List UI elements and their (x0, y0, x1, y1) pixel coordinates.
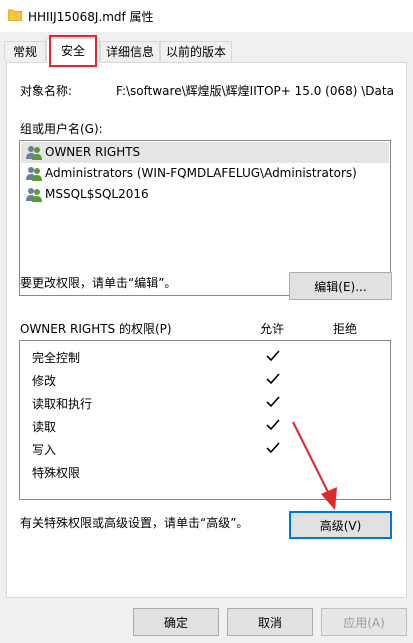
apply-button[interactable]: 应用(A) (321, 608, 407, 636)
edit-button[interactable]: 编辑(E)... (289, 272, 392, 300)
ok-button[interactable]: 确定 (133, 608, 219, 636)
allow-check-icon (266, 396, 280, 408)
edit-hint: 要更改权限，请单击“编辑”。 (20, 276, 177, 290)
permission-name: 读取和执行 (32, 397, 93, 411)
title-bar: HHIIJ15068J.mdf 属性 (0, 0, 413, 32)
cancel-button[interactable]: 取消 (227, 608, 313, 636)
tab-general[interactable]: 常规 (4, 41, 46, 61)
allow-check-icon (266, 350, 280, 362)
list-item[interactable]: MSSQL$SQL2016 (21, 184, 389, 205)
user-group-icon (26, 167, 42, 181)
deny-column-header: 拒绝 (333, 322, 358, 336)
user-name: OWNER RIGHTS (45, 145, 141, 159)
permissions-header: OWNER RIGHTS 的权限(P) (20, 322, 172, 336)
user-name: Administrators (WIN-FQMDLAFELUG\Administ… (45, 166, 357, 180)
tab-highlight-box (49, 35, 97, 67)
permission-name: 写入 (32, 443, 57, 457)
permission-name: 完全控制 (32, 351, 81, 365)
user-group-icon (26, 146, 42, 160)
list-item[interactable]: Administrators (WIN-FQMDLAFELUG\Administ… (21, 163, 389, 184)
permission-name: 读取 (32, 420, 57, 434)
allow-check-icon (266, 442, 280, 454)
list-item[interactable]: OWNER RIGHTS (21, 142, 389, 163)
object-name-value: F:\software\辉煌版\辉煌IITOP+ 15.0 (068) \Dat… (116, 84, 394, 98)
allow-check-icon (266, 419, 280, 431)
file-icon (8, 9, 22, 21)
allow-check-icon (266, 373, 280, 385)
tab-previous-versions[interactable]: 以前的版本 (160, 41, 232, 61)
security-panel: 对象名称: F:\software\辉煌版\辉煌IITOP+ 15.0 (068… (6, 62, 407, 598)
advanced-button[interactable]: 高级(V) (289, 511, 392, 539)
permission-name: 修改 (32, 374, 57, 388)
advanced-hint: 有关特殊权限或高级设置，请单击“高级”。 (20, 516, 249, 530)
group-label: 组或用户名(G): (20, 122, 103, 136)
permissions-list: 完全控制 修改 读取和执行 读取 写入 特殊权限 (19, 340, 391, 500)
window-title: HHIIJ15068J.mdf 属性 (28, 10, 154, 24)
allow-column-header: 允许 (260, 322, 285, 336)
user-name: MSSQL$SQL2016 (45, 187, 149, 201)
tab-details[interactable]: 详细信息 (100, 41, 160, 61)
user-group-icon (26, 188, 42, 202)
permission-name: 特殊权限 (32, 466, 81, 480)
object-name-label: 对象名称: (20, 84, 73, 98)
